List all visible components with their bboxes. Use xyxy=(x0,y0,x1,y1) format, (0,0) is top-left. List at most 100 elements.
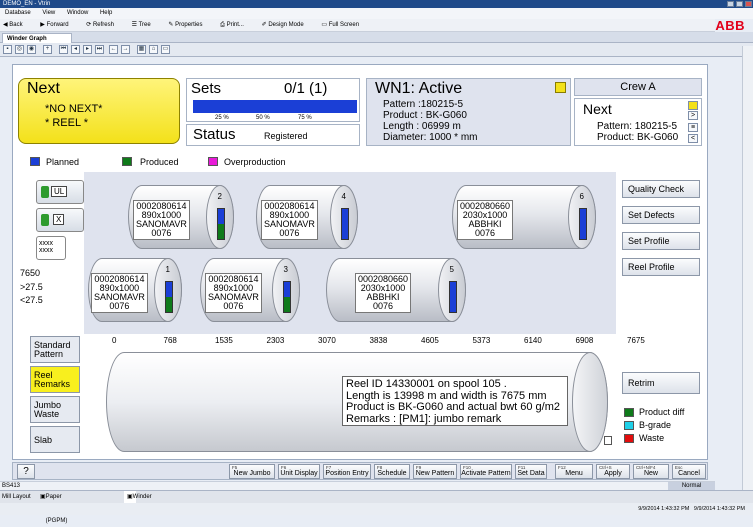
reel-4[interactable]: 4 0002080614 890x1000 SANOMAVR 0076 xyxy=(256,185,358,249)
add-icon[interactable]: + xyxy=(43,45,52,54)
reel-remarks-text: Reel ID 14330001 on spool 105 . Length i… xyxy=(342,376,568,426)
reel-2[interactable]: 2 0002080614 890x1000 SANOMAVR 0076 xyxy=(128,185,234,249)
sets-progress-bar xyxy=(193,100,357,113)
next-reel-box[interactable]: Next *NO NEXT* * REEL * xyxy=(18,78,180,144)
print-button[interactable]: ⎙ Print... xyxy=(220,22,252,28)
reel-2-number: 2 xyxy=(217,192,222,201)
tree-label: Tree xyxy=(138,22,151,28)
reel-1[interactable]: 1 0002080614 890x1000 SANOMAVR 0076 xyxy=(88,258,182,322)
clock-1: 9/9/2014 1:43:32 PM xyxy=(638,506,690,512)
last-icon[interactable]: ⏭ xyxy=(95,45,104,54)
right-function-panel: Quality Check Set Defects Set Profile Re… xyxy=(622,178,706,278)
label-reel-icon[interactable]: xxxx xxxx xyxy=(36,236,66,260)
save-icon[interactable]: ▪ xyxy=(3,45,12,54)
close-button[interactable] xyxy=(745,1,752,7)
calendar-icon[interactable]: ▦ xyxy=(137,45,146,54)
sets-count: 0/1 (1) xyxy=(284,80,328,97)
delete-reel-icon[interactable]: X xyxy=(36,208,84,232)
next-right-product: Product: BK-G060 xyxy=(597,132,679,143)
cancel-button[interactable]: Esc Cancel xyxy=(672,464,706,479)
unload-label: UL xyxy=(51,186,68,197)
axis-tick: 5373 xyxy=(472,336,491,345)
next-scroll-right-button[interactable]: > xyxy=(688,111,698,120)
forward-label: Forward xyxy=(46,22,69,28)
tree-button[interactable]: ☰ Tree xyxy=(132,22,159,28)
position-entry-button[interactable]: F7 Position Entry xyxy=(323,464,371,479)
menu-button[interactable]: F12 Menu xyxy=(555,464,593,479)
unit-display-label: Unit Display xyxy=(280,470,318,477)
legend-overproduction-swatch xyxy=(208,157,218,166)
unit-display-button[interactable]: F6 Unit Display xyxy=(278,464,320,479)
reel-3-status-bar xyxy=(283,281,291,313)
menu-window[interactable]: Window xyxy=(67,10,88,16)
schedule-button[interactable]: F8 Schedule xyxy=(374,464,410,479)
axis-tick: 7675 xyxy=(627,336,645,345)
back-arrow-icon[interactable]: ← xyxy=(109,45,118,54)
menu-help[interactable]: Help xyxy=(100,10,112,16)
task-mill-layout[interactable]: Mill Layout xyxy=(2,491,31,503)
reel-remarks-button[interactable]: Reel Remarks xyxy=(30,366,80,393)
help-button[interactable]: ? xyxy=(17,464,35,479)
prev-icon[interactable]: ◂ xyxy=(71,45,80,54)
quality-legend: Product diff B-grade Waste xyxy=(624,406,704,448)
legend-produced: Produced xyxy=(140,157,179,167)
tab-winder-graph[interactable]: Winder Graph xyxy=(2,33,72,43)
set-defects-button[interactable]: Set Defects xyxy=(622,206,700,224)
set-profile-button[interactable]: Set Profile xyxy=(622,232,700,250)
limit-upper: >27.5 xyxy=(20,282,43,292)
slab-button[interactable]: Slab xyxy=(30,426,80,453)
binoculars-icon[interactable]: ◉ xyxy=(27,45,36,54)
reel-5[interactable]: 5 0002080660 2030x1000 ABBHKI 0076 xyxy=(326,258,466,322)
new-pattern-button[interactable]: F9 New Pattern xyxy=(413,464,457,479)
maximize-button[interactable] xyxy=(736,1,743,7)
properties-button[interactable]: ✎ Properties xyxy=(168,22,210,28)
first-icon[interactable]: ⏮ xyxy=(59,45,68,54)
next-title: Next xyxy=(27,80,60,97)
apply-button[interactable]: Ctrl+S Apply xyxy=(596,464,630,479)
forward-arrow-icon[interactable]: → xyxy=(121,45,130,54)
reel-3-label: 0002080614 890x1000 SANOMAVR 0076 xyxy=(205,273,262,313)
reel-3-id: 0076 xyxy=(223,301,244,311)
back-button[interactable]: ◀ Back xyxy=(3,22,31,28)
jumbo-marker-icon xyxy=(604,436,612,445)
minimize-button[interactable] xyxy=(727,1,734,7)
delete-label: X xyxy=(53,214,65,225)
legend: Planned Produced Overproduction xyxy=(30,156,330,168)
task-winder[interactable]: ▣ Winder (PGWN) xyxy=(124,491,155,512)
menu-view[interactable]: View xyxy=(42,10,55,16)
next-icon[interactable]: ▸ xyxy=(83,45,92,54)
reel-profile-button[interactable]: Reel Profile xyxy=(622,258,700,276)
set-data-button[interactable]: F11 Set Data xyxy=(515,464,547,479)
standard-pattern-button[interactable]: Standard Pattern xyxy=(30,336,80,363)
retrim-button[interactable]: Retrim xyxy=(622,372,700,394)
jumbo-waste-button[interactable]: Jumbo Waste xyxy=(30,396,80,423)
home-icon[interactable]: ⌂ xyxy=(149,45,158,54)
new-button[interactable]: Ctrl+N/F4 New xyxy=(633,464,669,479)
progress-tick-25: 25 % xyxy=(215,115,229,121)
reel-1-number: 1 xyxy=(165,265,170,274)
next-scroll-left-button[interactable]: < xyxy=(688,134,698,143)
quality-check-button[interactable]: Quality Check xyxy=(622,180,700,198)
vertical-scrollbar[interactable] xyxy=(742,46,753,494)
find-icon[interactable]: ◎ xyxy=(15,45,24,54)
refresh-button[interactable]: ⟳ Refresh xyxy=(86,22,122,28)
task-paper-machine[interactable]: ▣ Paper Machine (PGPM) xyxy=(40,491,68,524)
window-icon[interactable]: ▭ xyxy=(161,45,170,54)
reel-6[interactable]: 6 0002080660 2030x1000 ABBHKI 0076 xyxy=(452,185,596,249)
apply-label: Apply xyxy=(604,470,622,477)
next-list-button[interactable]: ≡ xyxy=(688,123,698,132)
axis-tick: 6908 xyxy=(575,336,594,345)
left-function-panel: Standard Pattern Reel Remarks Jumbo Wast… xyxy=(30,336,84,456)
activate-pattern-button[interactable]: F10 Activate Pattern xyxy=(460,464,512,479)
product-diff-swatch xyxy=(624,408,634,417)
unload-reel-icon[interactable]: UL xyxy=(36,180,84,204)
reel-3[interactable]: 3 0002080614 890x1000 SANOMAVR 0076 xyxy=(200,258,300,322)
menu-database[interactable]: Database xyxy=(5,10,31,16)
design-mode-button[interactable]: ✐ Design Mode xyxy=(262,22,312,28)
new-jumbo-button[interactable]: F5 New Jumbo xyxy=(229,464,275,479)
full-screen-button[interactable]: ▭ Full Screen xyxy=(321,22,367,28)
reel-6-status-bar xyxy=(579,208,587,240)
wn1-diameter: Diameter: 1000 * mm xyxy=(383,132,478,143)
status-box: Status Registered xyxy=(186,124,360,146)
forward-button[interactable]: ▶ Forward xyxy=(40,22,76,28)
